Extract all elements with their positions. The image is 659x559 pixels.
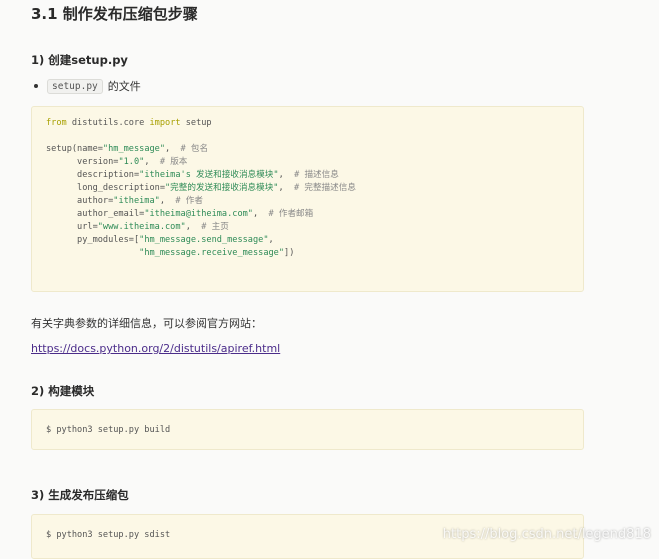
code-line: description="itheima's 发送和接收消息模块", # 描述信… [46, 170, 339, 180]
code-line: version="1.0", # 版本 [46, 157, 187, 167]
code-token: setup [180, 118, 212, 128]
code-token: author= [46, 196, 114, 206]
code-token: # 完整描述信息 [294, 183, 356, 193]
code-token: "itheima's 发送和接收消息模块" [139, 170, 279, 180]
code-token: # 版本 [159, 157, 188, 167]
step3-heading: 3) 生成发布压缩包 [31, 488, 129, 502]
code-token: "hm_message" [102, 144, 166, 154]
code-token: setup(name= [46, 144, 103, 154]
code-line: long_description="完整的发送和接收消息模块", # 完整描述信… [46, 183, 356, 193]
code-token: # 主页 [201, 222, 229, 232]
code-token: , [165, 144, 181, 154]
code-line: url="www.itheima.com", # 主页 [46, 222, 229, 232]
code-token: "hm_message.send_message" [139, 235, 269, 245]
step2-heading: 2) 构建模块 [31, 384, 95, 398]
code-line: "hm_message.receive_message"]) [46, 248, 294, 258]
code-token: distutils.core [66, 118, 150, 128]
code-token: long_description= [46, 183, 165, 193]
code-token: description= [46, 170, 140, 180]
code-line: setup(name="hm_message", # 包名 [46, 144, 208, 154]
code-line: author="itheima", # 作者 [46, 196, 203, 206]
step1-heading: 1) 创建setup.py [31, 53, 128, 67]
code-token: ]) [284, 248, 295, 258]
code-token: , [278, 170, 295, 180]
inline-code-setup-py: setup.py [47, 78, 103, 94]
code-token: "www.itheima.com" [97, 222, 186, 232]
code-token: "完整的发送和接收消息模块" [165, 183, 279, 193]
bullet-item: setup.py 的文件 [34, 78, 141, 94]
section-title: 3.1 制作发布压缩包步骤 [31, 5, 198, 23]
code-line: py_modules=["hm_message.send_message", [46, 235, 274, 245]
code-token: version= [46, 157, 119, 167]
code-block-build: $ python3 setup.py build [31, 409, 584, 450]
code-token: , [185, 222, 202, 232]
code-token: , [278, 183, 295, 193]
code-token: "itheima@itheima.com" [144, 209, 253, 219]
bullet-dot-icon [34, 84, 38, 88]
code-token: , [159, 196, 176, 206]
code-setup-py: from distutils.core import setup setup(n… [32, 107, 583, 270]
code-token: url= [46, 222, 98, 232]
code-line: from distutils.core import setup [46, 118, 212, 128]
dict-note-text: 有关字典参数的详细信息，可以参阅官方网站： [31, 317, 262, 330]
code-block-setup: from distutils.core import setup setup(n… [31, 106, 584, 292]
watermark-text: https://blog.csdn.net/legend818 [442, 527, 651, 542]
code-token: "1.0" [118, 157, 145, 167]
code-token: author_email= [46, 209, 145, 219]
code-token: , [144, 157, 160, 167]
document-page: 3.1 制作发布压缩包步骤 1) 创建setup.py setup.py 的文件… [0, 0, 659, 559]
code-token: "itheima" [113, 196, 160, 206]
code-line: author_email="itheima@itheima.com", # 作者… [46, 209, 313, 219]
code-token: # 描述信息 [294, 170, 339, 180]
code-token: # 作者 [175, 196, 203, 206]
code-token: from [46, 118, 67, 128]
code-token: , [252, 209, 269, 219]
code-build-command: $ python3 setup.py build [46, 425, 171, 435]
docs-link[interactable]: https://docs.python.org/2/distutils/apir… [31, 342, 280, 355]
code-token: import [149, 118, 181, 128]
code-token: # 作者邮箱 [268, 209, 314, 219]
code-token: , [268, 235, 274, 245]
bullet-text: 的文件 [107, 80, 141, 93]
code-token: "hm_message.receive_message" [139, 248, 285, 258]
code-token: # 包名 [180, 144, 209, 154]
code-token: py_modules=[ [46, 235, 140, 245]
